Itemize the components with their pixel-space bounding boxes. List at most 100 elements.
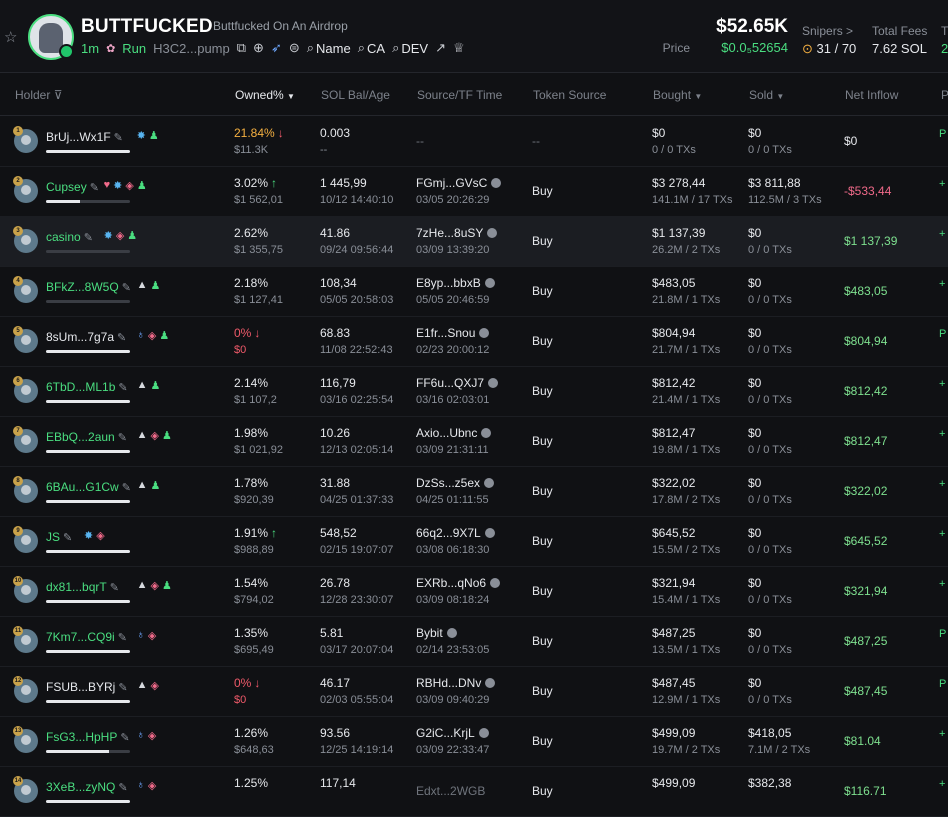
holder-name[interactable]: casino ✎	[46, 230, 93, 244]
sold-amount: 0 / 0 TXs	[748, 644, 792, 656]
holder-tags: ▲ ♟	[137, 279, 161, 292]
funding-source[interactable]: Edxt...2WGB	[416, 784, 485, 798]
person-icon: ♟	[127, 230, 138, 242]
table-row[interactable]: 5 8sUm...7g7a ✎ ♁ ◈ ♟ 0% ↓ $0 68.83 11/08 22…	[0, 316, 948, 367]
funding-time: 03/09 09:40:29	[416, 694, 490, 706]
wallet-age: 11/08 22:52:43	[320, 344, 393, 356]
funding-source[interactable]: Axio...Ubnc	[416, 426, 492, 440]
holder-name[interactable]: EBbQ...2aun ✎	[46, 430, 127, 444]
funding-source[interactable]: 7zHe...8uSY	[416, 226, 498, 240]
sold-amount: 0 / 0 TXs	[748, 144, 792, 156]
edit-icon[interactable]: ✎	[118, 632, 127, 644]
person-icon: ♟	[148, 130, 159, 142]
funding-source[interactable]: FF6u...QXJ7	[416, 376, 499, 390]
funding-source[interactable]: E1fr...Snou	[416, 326, 490, 340]
wallet-age: 02/03 05:55:04	[320, 694, 394, 706]
holder-name[interactable]: JS ✎	[46, 530, 72, 544]
col-token-source[interactable]: Token Source	[533, 88, 606, 102]
funding-source[interactable]: G2iC...KrjL	[416, 726, 489, 740]
holder-name[interactable]: 7Km7...CQ9i ✎	[46, 630, 127, 644]
table-row[interactable]: 12 FSUB...BYRj ✎ ▲ ◈ 0% ↓ $0 46.17 02/03 05…	[0, 666, 948, 717]
col-bought[interactable]: Bought ▼	[653, 88, 702, 102]
edit-icon[interactable]: ✎	[122, 282, 131, 294]
holder-name[interactable]: 6BAu...G1Cw ✎	[46, 480, 131, 494]
holder-name[interactable]: BrUj...Wx1F ✎	[46, 130, 123, 144]
col-owned[interactable]: Owned% ▼	[235, 88, 295, 102]
table-row[interactable]: 3 casino ✎ ✸ ◈ ♟ 2.62% $1 355,75 41.86 09/2…	[0, 216, 948, 267]
holder-name[interactable]: 8sUm...7g7a ✎	[46, 330, 126, 344]
edit-icon[interactable]: ✎	[114, 132, 123, 144]
search-name-link[interactable]: ⌕ Name	[307, 40, 351, 56]
copy-icon[interactable]: ⧉	[237, 40, 246, 56]
filter-icon[interactable]: ⊽	[54, 88, 63, 102]
table-row[interactable]: 8 6BAu...G1Cw ✎ ▲ ♟ 1.78% $920,39 31.88 04…	[0, 466, 948, 517]
col-cut[interactable]: P	[941, 88, 948, 102]
edit-icon[interactable]: ✎	[63, 532, 72, 544]
holder-name[interactable]: FSUB...BYRj ✎	[46, 680, 128, 694]
contract-address[interactable]: H3C2...pump	[153, 41, 230, 56]
edit-icon[interactable]: ✎	[120, 732, 129, 744]
token-source: Buy	[532, 284, 553, 298]
funding-source[interactable]: RBHd...DNv	[416, 676, 496, 690]
owned-usd: $648,63	[234, 744, 274, 756]
edit-icon[interactable]: ✎	[118, 382, 127, 394]
holding-bar	[46, 650, 130, 653]
cut-column-value: P	[939, 678, 947, 690]
search-dev-link[interactable]: ⌕ DEV	[392, 40, 428, 56]
crown-icon[interactable]: ♕	[453, 40, 465, 56]
table-row[interactable]: 10 dx81...bqrT ✎ ▲ ◈ ♟ 1.54% $794,02 26.78 …	[0, 566, 948, 617]
table-row[interactable]: 13 FsG3...HpHP ✎ ♁ ◈ 1.26% $648,63 93.56 1…	[0, 716, 948, 767]
edit-icon[interactable]: ✎	[118, 682, 127, 694]
table-row[interactable]: 6 6TbD...ML1b ✎ ▲ ♟ 2.14% $1 107,2 116,79 …	[0, 366, 948, 417]
edit-icon[interactable]: ✎	[118, 782, 127, 794]
stack-icon: ◈	[150, 680, 159, 692]
holding-bar-fill	[46, 550, 130, 553]
col-holder[interactable]: Holder ⊽	[15, 88, 63, 102]
table-row[interactable]: 7 EBbQ...2aun ✎ ▲ ◈ ♟ 1.98% $1 021,92 10.26…	[0, 416, 948, 467]
edit-icon[interactable]: ✎	[122, 482, 131, 494]
col-sold[interactable]: Sold ▼	[749, 88, 784, 102]
favorite-star-icon[interactable]: ☆	[4, 28, 17, 46]
holder-name[interactable]: dx81...bqrT ✎	[46, 580, 119, 594]
table-row[interactable]: 1 BrUj...Wx1F ✎ ✸ ♟ 21.84% ↓ $11.3K 0.003 -…	[0, 116, 948, 167]
holder-name[interactable]: 6TbD...ML1b ✎	[46, 380, 128, 394]
owned-usd: $11.3K	[234, 144, 269, 156]
bought-usd: $487,45	[652, 676, 696, 690]
edit-icon[interactable]: ✎	[117, 332, 126, 344]
funding-source[interactable]: 66q2...9X7L	[416, 526, 495, 540]
table-row[interactable]: 4 BFkZ...8W5Q ✎ ▲ ♟ 2.18% $1 127,41 108,34…	[0, 266, 948, 317]
solscan-icon[interactable]: ⊜	[289, 40, 300, 56]
search-ca-link[interactable]: ⌕ CA	[358, 40, 385, 56]
table-row[interactable]: 11 7Km7...CQ9i ✎ ♁ ◈ 1.35% $695,49 5.81 03…	[0, 616, 948, 667]
external-link-icon[interactable]: ↗	[435, 40, 446, 56]
funding-source[interactable]: FGmj...GVsC	[416, 176, 502, 190]
edit-icon[interactable]: ✎	[110, 582, 119, 594]
funding-source[interactable]: Bybit	[416, 626, 457, 640]
col-sol-bal[interactable]: SOL Bal/Age	[321, 88, 390, 102]
holder-name-text: BFkZ...8W5Q	[46, 280, 119, 294]
telegram-icon[interactable]: ➶	[271, 40, 282, 56]
funding-source[interactable]: EXRb...qNo6	[416, 576, 501, 590]
owned-usd: $1 021,92	[234, 444, 283, 456]
table-row[interactable]: 2 Cupsey ✎ ♥ ✸ ◈ ♟ 3.02% ↑ $1 562,01 1 445,99…	[0, 166, 948, 217]
funding-source[interactable]: --	[416, 134, 424, 148]
cut-stat-label: T	[941, 24, 948, 38]
sold-usd: $418,05	[748, 726, 792, 740]
table-row[interactable]: 9 JS ✎ ✸ ◈ 1.91% ↑ $988,89 548,52 02/15 19:…	[0, 516, 948, 567]
edit-icon[interactable]: ✎	[118, 432, 127, 444]
wallet-age: 04/25 01:37:33	[320, 494, 394, 506]
holder-name[interactable]: FsG3...HpHP ✎	[46, 730, 130, 744]
globe-icon[interactable]: ⊕	[253, 40, 264, 56]
edit-icon[interactable]: ✎	[84, 232, 93, 244]
funding-source[interactable]: E8yp...bbxB	[416, 276, 495, 290]
holder-name[interactable]: Cupsey ✎	[46, 180, 99, 194]
search-name-label: Name	[316, 40, 351, 56]
holder-name[interactable]: BFkZ...8W5Q ✎	[46, 280, 131, 294]
edit-icon[interactable]: ✎	[90, 182, 99, 194]
col-net-inflow[interactable]: Net Inflow	[845, 88, 898, 102]
holder-tags: ♁ ◈	[137, 779, 157, 792]
snipers-label[interactable]: Snipers >	[802, 24, 853, 38]
funding-source[interactable]: DzSs...z5ex	[416, 476, 495, 490]
cut-column-value: +	[939, 228, 946, 240]
col-source[interactable]: Source/TF Time	[417, 88, 502, 102]
